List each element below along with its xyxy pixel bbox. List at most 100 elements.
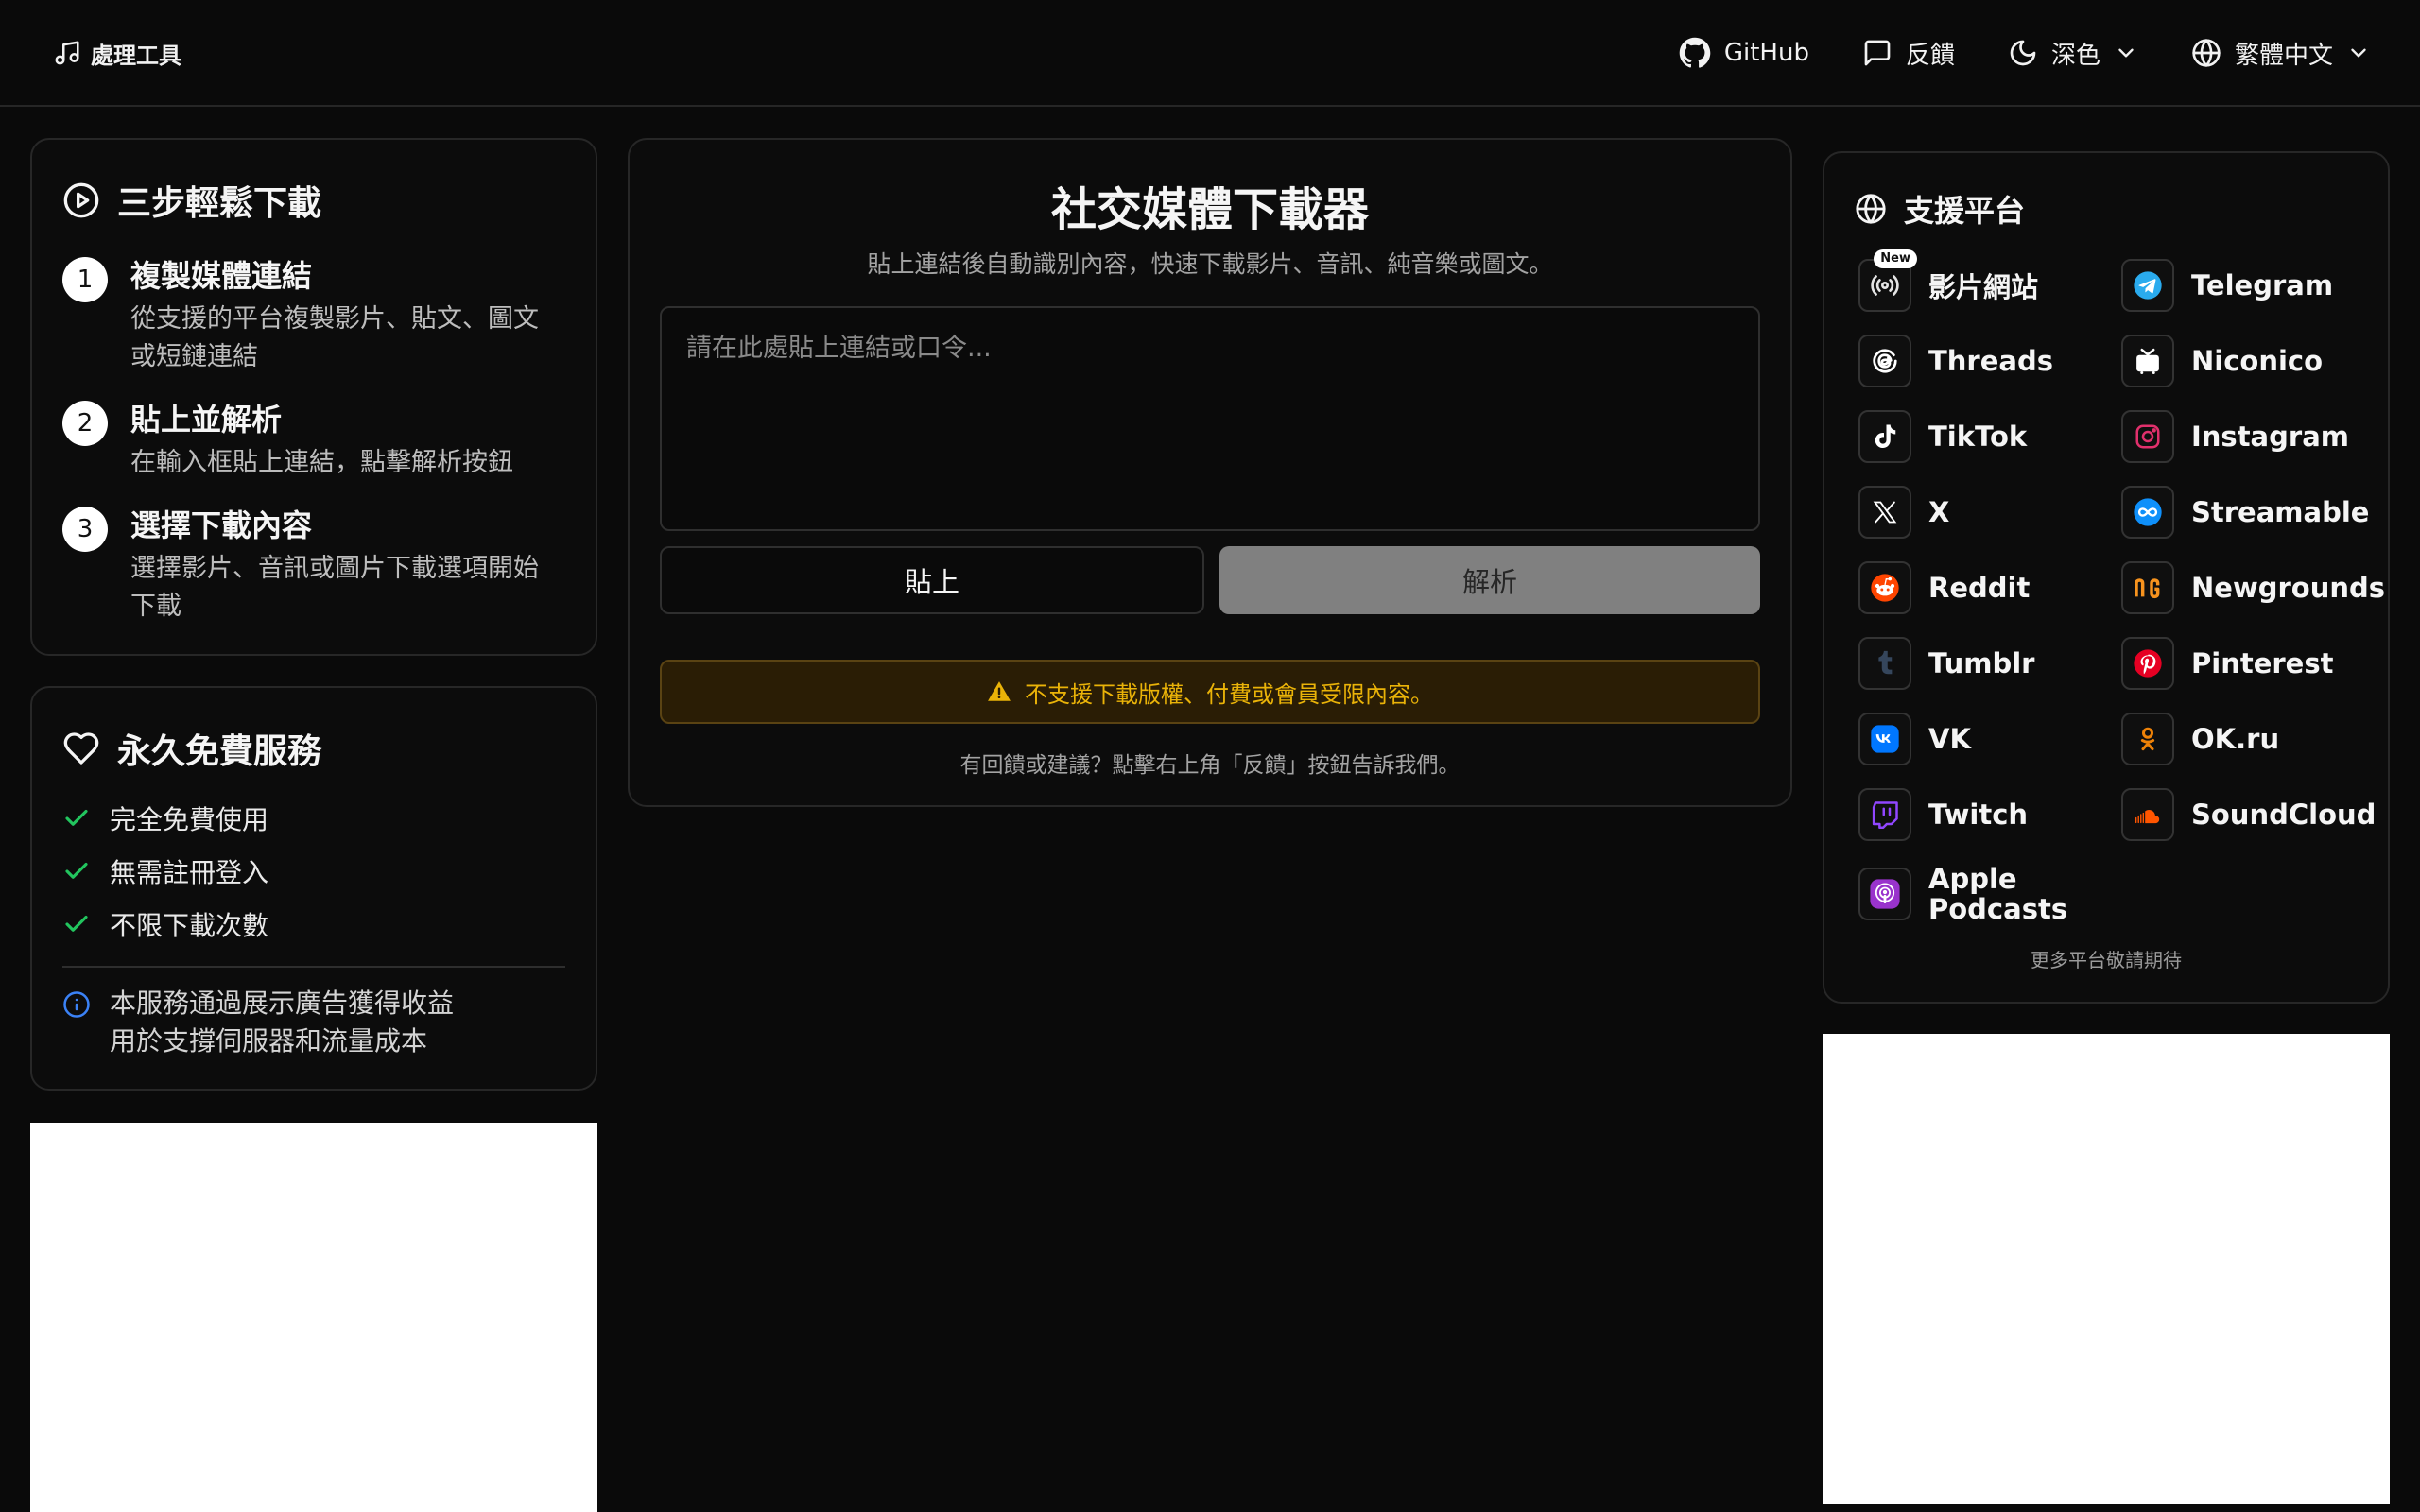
parse-button[interactable]: 解析 [1219, 546, 1760, 614]
step-1: 1 複製媒體連結 從支援的平台複製影片、貼文、圖文 或短鏈連結 [62, 253, 573, 376]
language-label: 繁體中文 [2234, 41, 2333, 70]
ad-info: 本服務通過展示廣告獲得收益 用於支撐伺服器和流量成本 [62, 985, 565, 1060]
platform-vk: VK [1858, 713, 1971, 765]
feedback-note: 有回饋或建議？點擊右上角「反饋」按鈕告訴我們。 [959, 753, 1461, 778]
github-link[interactable]: GitHub [1679, 37, 1809, 69]
x-icon [1858, 486, 1911, 539]
heart-icon [62, 730, 100, 767]
ad-slot-left[interactable] [30, 1123, 597, 1512]
free-service-card: 永久免費服務 完全免費使用 無需註冊登入 不限下載次數 本服務通過展示廣告獲得收… [30, 686, 597, 1091]
ad-info-line: 用於支撐伺服器和流量成本 [110, 1025, 428, 1057]
platform-name: VK [1928, 723, 1971, 755]
chevron-down-icon [2346, 41, 2371, 65]
steps-title: 三步輕鬆下載 [62, 176, 565, 225]
platform-name: Instagram [2191, 421, 2349, 453]
theme-select[interactable]: 深色 [2008, 36, 2138, 71]
check-icon [62, 857, 91, 885]
instagram-icon [2121, 410, 2174, 463]
platform-name: SoundCloud [2191, 799, 2377, 831]
platform-telegram: Telegram [2121, 259, 2333, 312]
platform-name: Telegram [2191, 269, 2334, 301]
warning-text: 不支援下載版權、付費或會員受限內容。 [1025, 680, 1433, 708]
language-select[interactable]: 繁體中文 [2191, 36, 2371, 71]
step-title: 貼上並解析 [130, 402, 283, 438]
step-number: 1 [62, 257, 108, 302]
platform-name: Reddit [1928, 572, 2031, 604]
github-icon [1679, 37, 1711, 69]
steps-title-text: 三步輕鬆下載 [117, 184, 322, 223]
play-circle-icon [62, 181, 100, 219]
brand[interactable]: 處理工具 [53, 36, 182, 70]
paste-button[interactable]: 貼上 [660, 546, 1204, 614]
page-subtitle: 貼上連結後自動識別內容，快速下載影片、音訊、純音樂或圖文。 [867, 250, 1553, 278]
platform-name: Streamable [2191, 496, 2370, 528]
platform-pinterest: Pinterest [2121, 637, 2333, 690]
header-nav: GitHub 反饋 深色 繁體中文 [1679, 28, 2371, 77]
platform-twitch: Twitch [1858, 788, 2028, 841]
music-note-icon [53, 39, 81, 67]
free-item: 不限下載次數 [62, 898, 565, 951]
step-title: 複製媒體連結 [130, 258, 313, 294]
platform-okru: OK.ru [2121, 713, 2279, 765]
more-platforms-note: 更多平台敬請期待 [2031, 949, 2182, 971]
threads-icon [1858, 335, 1911, 387]
step-number: 3 [62, 507, 108, 552]
free-item: 無需註冊登入 [62, 845, 565, 898]
free-item-label: 完全免費使用 [110, 804, 269, 835]
podcasts-icon [1858, 868, 1911, 920]
message-square-icon [1862, 38, 1893, 68]
free-title-text: 永久免費服務 [117, 732, 322, 771]
platform-tiktok: TikTok [1858, 410, 2027, 463]
check-icon [62, 910, 91, 938]
feedback-label: 反饋 [1905, 41, 1955, 70]
chevron-down-icon [2114, 41, 2138, 65]
ad-slot-right[interactable] [1823, 1034, 2390, 1504]
downloader-card: 社交媒體下載器 貼上連結後自動識別內容，快速下載影片、音訊、純音樂或圖文。 貼上… [628, 138, 1792, 807]
platform-reddit: Reddit [1858, 561, 2030, 614]
step-title: 選擇下載內容 [130, 507, 313, 543]
moon-icon [2008, 38, 2038, 68]
free-item: 完全免費使用 [62, 792, 565, 845]
step-number: 2 [62, 401, 108, 446]
streamable-icon [2121, 486, 2174, 539]
platform-apple-podcasts: Apple Podcasts [1858, 864, 2067, 924]
reddit-icon [1858, 561, 1911, 614]
divider [62, 966, 565, 968]
step-2: 2 貼上並解析 在輸入框貼上連結，點擊解析按鈕 [62, 397, 573, 482]
tumblr-icon [1858, 637, 1911, 690]
platform-streamable: Streamable [2121, 486, 2369, 539]
feedback-button[interactable]: 反饋 [1862, 36, 1955, 71]
okru-icon [2121, 713, 2174, 765]
link-input[interactable] [660, 306, 1760, 531]
page-title: 社交媒體下載器 [1050, 183, 1369, 236]
free-title: 永久免費服務 [62, 724, 565, 773]
soundcloud-icon [2121, 788, 2174, 841]
platform-name: Threads [1928, 345, 2053, 377]
info-icon [62, 990, 91, 1060]
platforms-title: 支援平台 [1855, 187, 2025, 231]
free-item-label: 無需註冊登入 [110, 857, 269, 888]
new-badge: New [1874, 249, 1917, 268]
platform-name: TikTok [1928, 421, 2028, 453]
steps-card: 三步輕鬆下載 1 複製媒體連結 從支援的平台複製影片、貼文、圖文 或短鏈連結 2… [30, 138, 597, 656]
warning-banner: 不支援下載版權、付費或會員受限內容。 [660, 660, 1760, 724]
platform-newgrounds: Newgrounds [2121, 561, 2385, 614]
platform-instagram: Instagram [2121, 410, 2349, 463]
niconico-icon [2121, 335, 2174, 387]
top-header: 處理工具 GitHub 反饋 深色 繁體中文 [0, 0, 2420, 107]
globe-icon [2191, 38, 2221, 68]
platforms-title-text: 支援平台 [1904, 193, 2026, 229]
platform-name: 影片網站 [1928, 271, 2039, 303]
platform-name: X [1928, 496, 1950, 528]
platform-soundcloud: SoundCloud [2121, 788, 2376, 841]
github-label: GitHub [1723, 39, 1809, 67]
platform-tumblr: Tumblr [1858, 637, 2034, 690]
platform-name: Newgrounds [2191, 572, 2386, 604]
platform-name: Niconico [2191, 345, 2324, 377]
platform-name-line: Apple [1928, 863, 2017, 895]
platform-threads: Threads [1858, 335, 2053, 387]
platform-niconico: Niconico [2121, 335, 2323, 387]
theme-label: 深色 [2050, 41, 2100, 70]
step-3: 3 選擇下載內容 選擇影片、音訊或圖片下載選項開始 下載 [62, 503, 573, 626]
step-desc-line: 選擇影片、音訊或圖片下載選項開始 [130, 554, 539, 583]
